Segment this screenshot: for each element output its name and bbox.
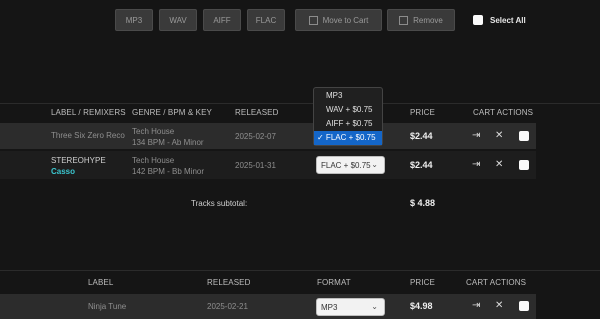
header-price: PRICE [410,108,435,117]
close-icon[interactable]: ✕ [495,300,503,311]
flac-label: FLAC [255,15,277,25]
format-select[interactable]: FLAC + $0.75 ⌄ [316,156,385,174]
wav-label: WAV [169,15,187,25]
header-label-remixers: LABEL / REMIXERS [51,108,126,117]
format-select[interactable]: MP3 ⌄ [316,298,385,316]
wav-button[interactable]: WAV [159,9,197,31]
move-to-cart-label: Move to Cart [322,15,369,25]
remove-button[interactable]: Remove [387,9,455,31]
format-option-wav[interactable]: WAV + $0.75 [314,103,382,117]
divider [0,103,600,104]
track-remixer-link[interactable]: Casso [51,167,75,176]
track-bpm-key: 142 BPM - Bb Minor [132,167,205,176]
row-checkbox[interactable] [519,160,529,170]
track-bpm-key: 134 BPM - Ab Minor [132,138,204,147]
track-genre: Tech House [132,127,175,136]
track-price: $2.44 [410,131,433,141]
select-all-label: Select All [490,16,526,25]
move-to-cart-icon[interactable]: ⇥ [472,130,480,141]
header-released: RELEASED [207,278,251,287]
release-price: $4.98 [410,301,433,311]
move-to-cart-button[interactable]: Move to Cart [295,9,382,31]
track-genre: Tech House [132,156,175,165]
header-format: FORMAT [317,278,351,287]
header-label: LABEL [88,278,114,287]
header-cart-actions: CART ACTIONS [473,108,534,117]
chevron-down-icon: ⌄ [371,160,378,169]
format-select-value: FLAC + $0.75 [321,160,371,170]
flac-button[interactable]: FLAC [247,9,285,31]
track-label: Three Six Zero Reco [51,131,125,140]
move-to-cart-icon[interactable]: ⇥ [472,159,480,170]
mp3-label: MP3 [125,15,143,25]
tracks-subtotal-value: $ 4.88 [410,198,436,208]
release-label: Ninja Tune [88,302,127,311]
format-option-flac[interactable]: ✓ FLAC + $0.75 [314,131,382,145]
chevron-down-icon: ⌄ [371,302,378,311]
select-all-checkbox[interactable] [473,15,483,25]
tracks-subtotal-label: Tracks subtotal: [191,199,248,208]
format-select-value: MP3 [321,302,338,312]
track-price: $2.44 [410,160,433,170]
row-checkbox[interactable] [519,301,529,311]
trash-icon [399,15,409,25]
remove-label: Remove [413,15,443,25]
move-to-cart-icon[interactable]: ⇥ [472,300,480,311]
format-option-aiff[interactable]: AIFF + $0.75 [314,117,382,131]
mp3-button[interactable]: MP3 [115,9,153,31]
header-cart-actions: CART ACTIONS [466,278,527,287]
track-label: STEREOHYPE [51,156,106,165]
format-dropdown-menu[interactable]: MP3 WAV + $0.75 AIFF + $0.75 ✓ FLAC + $0… [313,87,383,146]
divider [0,270,600,271]
track-released: 2025-01-31 [235,161,276,170]
aiff-label: AIFF [213,15,231,25]
format-option-mp3[interactable]: MP3 [314,89,382,103]
row-checkbox[interactable] [519,131,529,141]
table-row[interactable] [0,294,536,319]
aiff-button[interactable]: AIFF [203,9,241,31]
move-to-cart-icon [308,15,318,25]
header-genre: GENRE / BPM & KEY [132,108,212,117]
close-icon[interactable]: ✕ [495,159,503,170]
track-released: 2025-02-07 [235,132,276,141]
header-price: PRICE [410,278,435,287]
header-released: RELEASED [235,108,279,117]
close-icon[interactable]: ✕ [495,130,503,141]
release-released: 2025-02-21 [207,302,248,311]
